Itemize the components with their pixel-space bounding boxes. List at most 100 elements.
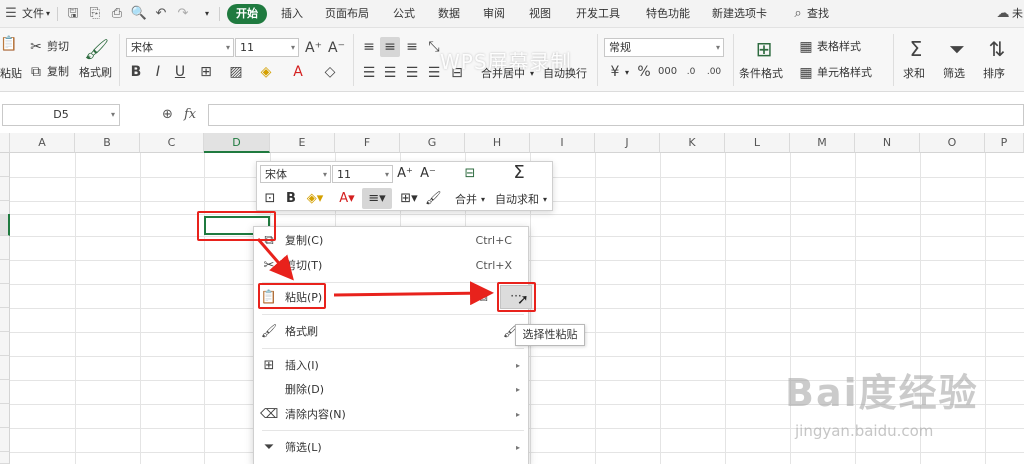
align-right-icon[interactable]: ☰ <box>403 65 421 81</box>
redo-icon[interactable]: ↷ <box>174 5 192 23</box>
tab-page-layout[interactable]: 页面布局 <box>325 0 369 28</box>
tab-insert[interactable]: 插入 <box>281 0 303 28</box>
align-left-icon[interactable]: ☰ <box>360 65 378 81</box>
sort-icon[interactable]: ⇅ <box>986 38 1008 60</box>
formula-input[interactable] <box>208 104 1024 126</box>
align-center-icon[interactable]: ☰ <box>381 65 399 81</box>
row-header[interactable] <box>0 356 10 380</box>
column-header[interactable]: A <box>10 133 75 153</box>
thousands-separator-icon[interactable]: 000 <box>658 64 677 80</box>
merge-center-button[interactable]: 合并居中 <box>481 66 525 82</box>
column-header[interactable]: B <box>75 133 140 153</box>
decrease-font-icon[interactable]: A⁻ <box>419 165 437 183</box>
save-icon[interactable]: 🖫 <box>64 5 82 23</box>
row-header[interactable] <box>0 332 10 356</box>
align-top-icon[interactable]: ≡ <box>360 39 378 55</box>
mini-bold-icon[interactable]: B <box>283 190 299 208</box>
sort-button[interactable]: 排序 <box>983 66 1005 82</box>
increase-font-icon[interactable]: A⁺ <box>396 165 414 183</box>
borders-icon[interactable]: ⊞ <box>196 64 216 80</box>
menu-item-format-painter[interactable]: 🖌 格式刷 🖌 <box>254 320 528 344</box>
column-header[interactable]: H <box>465 133 530 153</box>
tab-special-features[interactable]: 特色功能 <box>646 0 690 28</box>
format-painter-button[interactable]: 格式刷 <box>79 65 112 81</box>
cloud-icon[interactable]: ☁ <box>994 5 1012 23</box>
column-header[interactable]: G <box>400 133 465 153</box>
column-header[interactable]: E <box>270 133 335 153</box>
tab-data[interactable]: 数据 <box>438 0 460 28</box>
bold-icon[interactable]: B <box>128 64 144 80</box>
chevron-down-icon[interactable]: ▾ <box>530 66 534 82</box>
mini-merge-button[interactable]: 合并 <box>455 193 477 207</box>
cell-style-button[interactable]: 单元格样式 <box>817 65 872 81</box>
row-header[interactable] <box>0 308 10 332</box>
sum-icon[interactable]: Σ <box>905 38 927 60</box>
row-header-active[interactable] <box>0 214 10 236</box>
merge-icon[interactable]: ⊟ <box>458 165 482 183</box>
column-header[interactable]: F <box>335 133 400 153</box>
row-header[interactable] <box>0 236 10 260</box>
scissors-icon[interactable]: ✂ <box>28 39 44 55</box>
tab-review[interactable]: 审阅 <box>483 0 505 28</box>
row-header[interactable] <box>0 404 10 428</box>
row-header[interactable] <box>0 260 10 284</box>
export-pdf-icon[interactable]: ⎘ <box>86 5 104 23</box>
column-header[interactable]: K <box>660 133 725 153</box>
increase-decimal-icon[interactable]: .0 <box>683 64 699 80</box>
increase-font-icon[interactable]: A⁺ <box>305 40 322 56</box>
tab-developer[interactable]: 开发工具 <box>576 0 620 28</box>
menu-item-clear-contents[interactable]: ⌫ 清除内容(N) ▸ <box>254 403 528 427</box>
undo-icon[interactable]: ↶ <box>152 5 170 23</box>
column-header[interactable]: I <box>530 133 595 153</box>
row-header[interactable] <box>0 452 10 464</box>
fill-pattern-icon[interactable]: ▨ <box>226 64 246 80</box>
paste-icon[interactable]: 📋 <box>0 36 17 52</box>
menu-item-copy[interactable]: ⧉ 复制(C) Ctrl+C <box>254 229 528 253</box>
cell-style-icon[interactable]: ▦ <box>798 65 814 81</box>
mini-align-center-icon[interactable]: ≡▾ <box>365 190 389 208</box>
font-size-select[interactable]: 11 ▾ <box>235 38 299 57</box>
tab-new-tab[interactable]: 新建选项卡 <box>712 0 767 28</box>
align-middle-icon[interactable]: ≡ <box>381 39 399 55</box>
column-header[interactable]: M <box>790 133 855 153</box>
file-dropdown-icon[interactable]: ▾ <box>46 0 50 28</box>
percent-icon[interactable]: % <box>636 64 652 80</box>
mini-font-color-icon[interactable]: A▾ <box>335 190 359 208</box>
user-status-label[interactable]: 未 <box>1012 0 1023 28</box>
print-icon[interactable]: ⎙ <box>108 5 126 23</box>
format-cells-icon[interactable]: ⊡ <box>261 190 279 208</box>
chevron-down-icon[interactable]: ▾ <box>481 193 485 207</box>
tab-formulas[interactable]: 公式 <box>393 0 415 28</box>
tab-home[interactable]: 开始 <box>227 4 267 24</box>
mini-format-painter-icon[interactable]: 🖌 <box>425 190 442 208</box>
conditional-format-icon[interactable]: ⊞ <box>752 38 776 60</box>
align-bottom-icon[interactable]: ≡ <box>403 39 421 55</box>
column-header[interactable]: N <box>855 133 920 153</box>
chevron-down-icon[interactable]: ▾ <box>625 65 629 81</box>
column-header[interactable]: L <box>725 133 790 153</box>
copy-button[interactable]: 复制 <box>47 64 69 80</box>
column-header[interactable]: C <box>140 133 204 153</box>
autosum-icon[interactable]: Σ <box>507 164 531 182</box>
hamburger-icon[interactable]: ☰ <box>2 5 20 23</box>
format-painter-icon[interactable]: 🖌 <box>84 38 109 60</box>
chevron-down-icon[interactable]: ▾ <box>543 193 547 207</box>
font-color-icon[interactable]: A <box>288 64 308 80</box>
column-header-active[interactable]: D <box>204 133 270 153</box>
column-header[interactable]: J <box>595 133 660 153</box>
sum-button[interactable]: 求和 <box>903 66 925 82</box>
font-name-select[interactable]: 宋体 ▾ <box>126 38 234 57</box>
filter-button[interactable]: 筛选 <box>943 66 965 82</box>
row-header[interactable] <box>0 284 10 308</box>
underline-icon[interactable]: U <box>172 64 188 80</box>
table-style-button[interactable]: 表格样式 <box>817 39 861 55</box>
mini-fill-color-icon[interactable]: ◈▾ <box>303 190 327 208</box>
search-icon[interactable]: ⌕ <box>789 5 807 23</box>
copy-icon[interactable]: ⧉ <box>28 64 44 80</box>
print-preview-icon[interactable]: 🔍 <box>130 5 148 23</box>
menu-file[interactable]: 文件 <box>22 0 44 28</box>
menu-item-insert[interactable]: ⊞ 插入(I) ▸ <box>254 354 528 378</box>
zoom-icon[interactable]: ⊕ <box>162 106 173 124</box>
wrap-text-button[interactable]: 自动换行 <box>543 66 587 82</box>
mini-borders-icon[interactable]: ⊞▾ <box>397 190 421 208</box>
